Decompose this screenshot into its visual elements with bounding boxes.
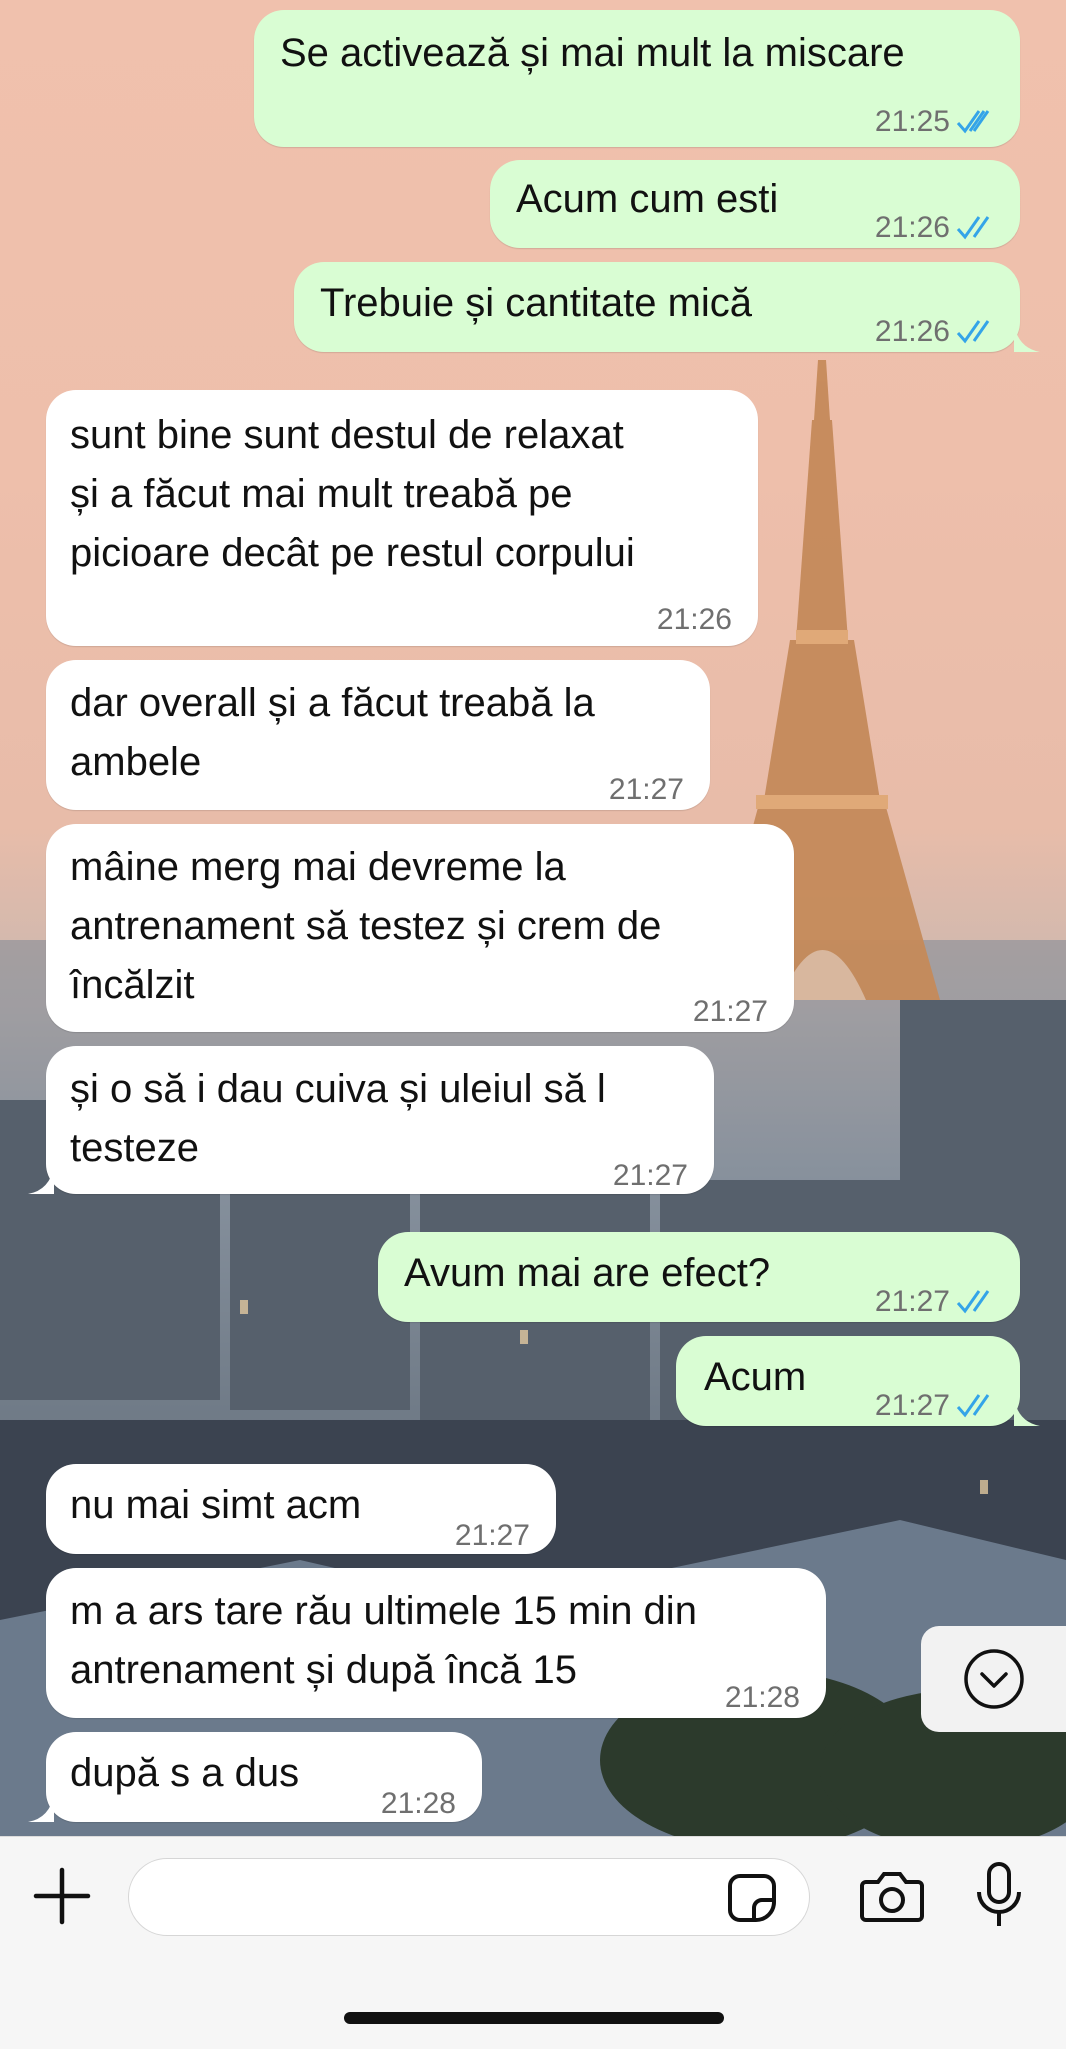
bubble-tail xyxy=(28,1166,54,1194)
incoming-message[interactable]: mâine merg mai devreme la antrenament să… xyxy=(46,824,794,1032)
incoming-message[interactable]: nu mai simt acm 21:27 xyxy=(46,1464,556,1554)
outgoing-message[interactable]: Acum cum esti 21:26 xyxy=(490,160,1020,248)
microphone-icon[interactable] xyxy=(974,1860,1024,1932)
message-text: Acum xyxy=(704,1355,807,1399)
incoming-message[interactable]: după s a dus 21:28 xyxy=(46,1732,482,1822)
message-meta: 21:26 xyxy=(875,302,1000,361)
message-text: sunt bine sunt destul de relaxat xyxy=(70,413,624,457)
incoming-message[interactable]: și o să i dau cuiva și uleiul să l teste… xyxy=(46,1046,714,1194)
message-text: Acum cum esti xyxy=(516,177,779,221)
bubble-tail xyxy=(1014,324,1040,352)
message-text: dar overall și a făcut treabă la xyxy=(70,681,595,725)
message-time: 21:27 xyxy=(692,995,768,1028)
message-time: 21:26 xyxy=(874,211,950,244)
camera-icon[interactable] xyxy=(860,1868,924,1924)
message-meta: 21:26 xyxy=(875,198,1000,257)
message-text: testeze xyxy=(70,1126,199,1170)
incoming-message[interactable]: m a ars tare rău ultimele 15 min din ant… xyxy=(46,1568,826,1718)
outgoing-message[interactable]: Avum mai are efect? 21:27 xyxy=(378,1232,1020,1322)
message-text: încălzit xyxy=(70,963,195,1007)
message-time: 21:27 xyxy=(874,1285,950,1318)
message-meta: 21:27 xyxy=(875,1376,1000,1435)
message-text: antrenament să testez și crem de xyxy=(70,904,662,948)
outgoing-message[interactable]: Acum 21:27 xyxy=(676,1336,1020,1426)
plus-icon[interactable] xyxy=(30,1864,94,1928)
incoming-message[interactable]: sunt bine sunt destul de relaxat și a fă… xyxy=(46,390,758,646)
sticker-icon[interactable] xyxy=(726,1872,778,1924)
bubble-tail xyxy=(28,1794,54,1822)
message-text: antrenament și după încă 15 xyxy=(70,1648,578,1692)
message-text: mâine merg mai devreme la xyxy=(70,845,566,889)
message-text: și o să i dau cuiva și uleiul să l xyxy=(70,1067,606,1111)
read-ticks-icon xyxy=(956,1393,990,1417)
message-meta: 21:27 xyxy=(875,1272,1000,1331)
message-time: 21:27 xyxy=(608,773,684,806)
outgoing-message[interactable]: Trebuie și cantitate mică 21:26 xyxy=(294,262,1020,352)
bubble-tail xyxy=(1014,1398,1040,1426)
read-ticks-icon xyxy=(956,319,990,343)
message-text: ambele xyxy=(70,740,202,784)
message-time: 21:27 xyxy=(454,1519,530,1552)
read-ticks-icon xyxy=(956,1289,990,1313)
chevron-down-icon xyxy=(963,1649,1024,1709)
message-text: și a făcut mai mult treabă pe xyxy=(70,472,573,516)
message-list[interactable]: Se activează și mai mult la miscare 21:2… xyxy=(0,0,1066,1836)
message-time: 21:27 xyxy=(612,1159,688,1192)
message-text: după s a dus xyxy=(70,1751,300,1795)
read-ticks-icon xyxy=(956,215,990,239)
message-time: 21:26 xyxy=(656,603,732,636)
message-text: Se activează și mai mult la miscare xyxy=(280,31,905,75)
message-text: Avum mai are efect? xyxy=(404,1251,771,1295)
message-text: Trebuie și cantitate mică xyxy=(320,281,753,325)
message-time: 21:25 xyxy=(874,105,950,138)
message-time: 21:26 xyxy=(874,315,950,348)
incoming-message[interactable]: dar overall și a făcut treabă la ambele … xyxy=(46,660,710,810)
message-time: 21:27 xyxy=(874,1389,950,1422)
outgoing-message[interactable]: Se activează și mai mult la miscare 21:2… xyxy=(254,10,1020,147)
message-time: 21:28 xyxy=(724,1681,800,1714)
message-input[interactable] xyxy=(128,1858,810,1936)
scroll-to-bottom-button[interactable] xyxy=(921,1626,1066,1732)
message-meta: 21:25 xyxy=(875,92,1000,151)
message-time: 21:28 xyxy=(380,1787,456,1820)
home-indicator xyxy=(344,2012,724,2024)
read-ticks-icon xyxy=(956,109,990,133)
message-text: nu mai simt acm xyxy=(70,1483,362,1527)
message-text: picioare decât pe restul corpului xyxy=(70,531,635,575)
message-text: m a ars tare rău ultimele 15 min din xyxy=(70,1589,697,1633)
